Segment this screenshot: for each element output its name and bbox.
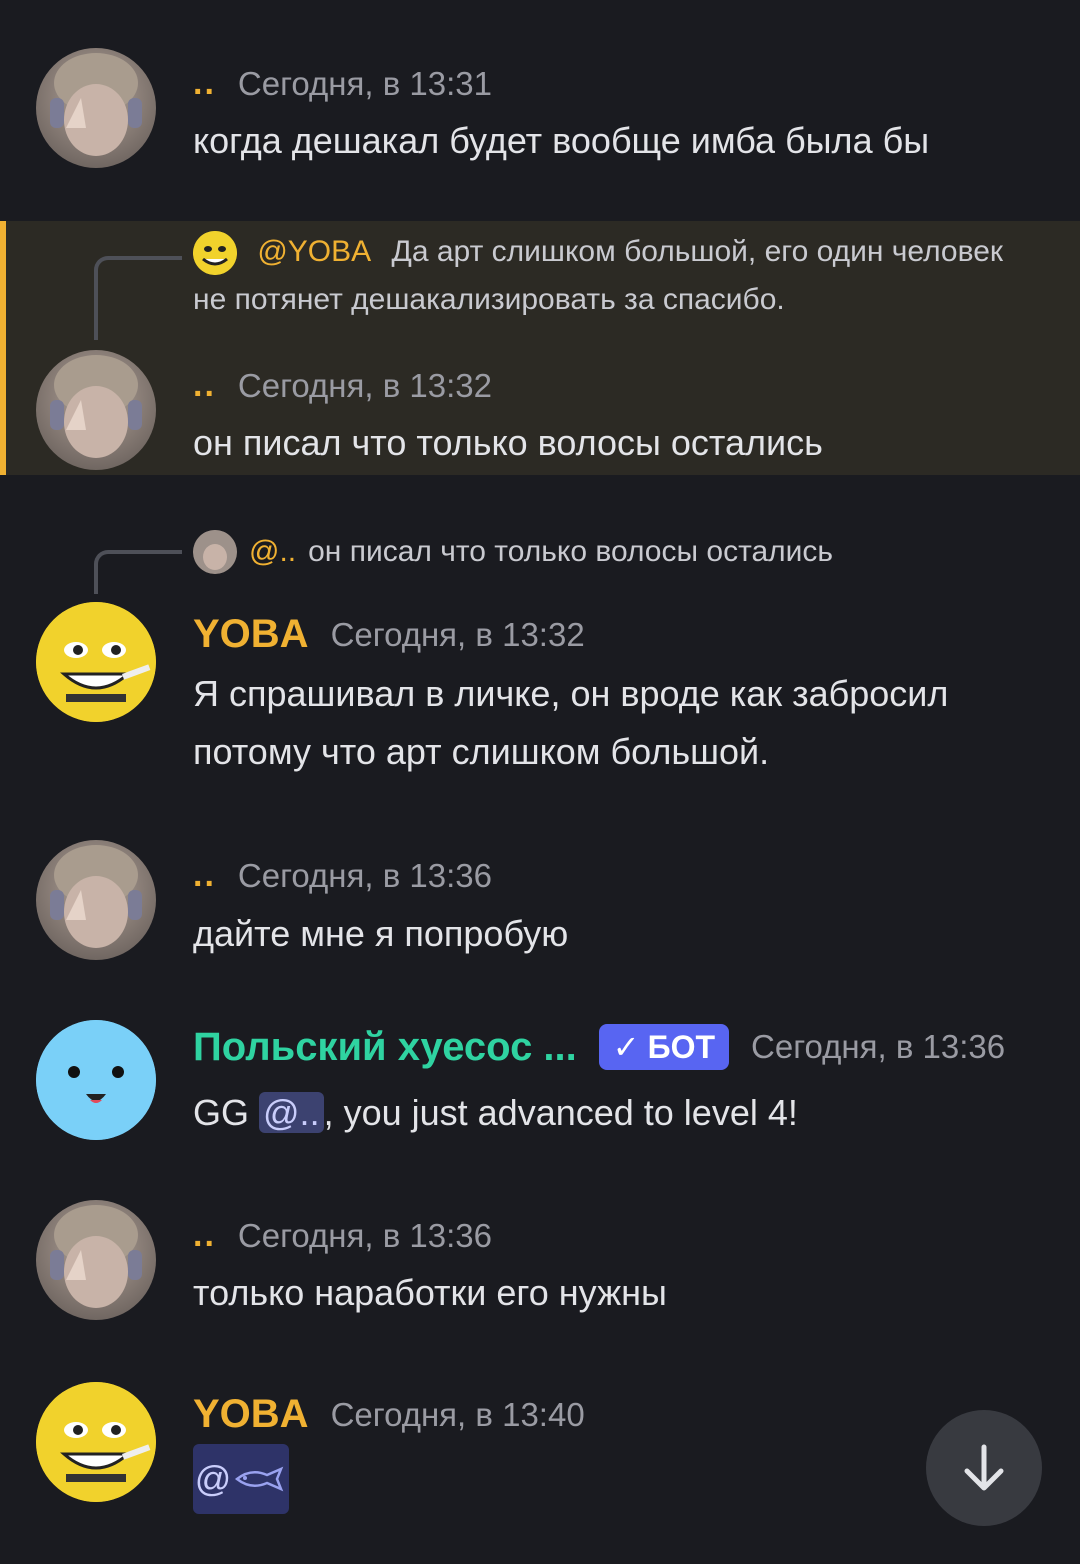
- reply-preview[interactable]: @YOBA Да арт слишком большой, его один ч…: [193, 228, 1033, 324]
- avatar[interactable]: [36, 350, 156, 470]
- author-name[interactable]: Польский хуесос ...: [193, 1025, 577, 1070]
- message-text: дайте мне я попробую: [193, 913, 569, 954]
- check-icon: ✓: [612, 1029, 640, 1065]
- message-text: только наработки его нужны: [193, 1272, 667, 1313]
- author-name[interactable]: ..: [193, 64, 216, 103]
- timestamp: Сегодня, в 13:36: [237, 856, 492, 894]
- avatar[interactable]: [36, 1020, 156, 1140]
- user-mention[interactable]: @..: [259, 1092, 324, 1133]
- message-text-prefix: GG: [193, 1092, 260, 1133]
- author-name[interactable]: ..: [193, 366, 216, 405]
- reply-preview[interactable]: @.. он писал что только волосы остались: [193, 530, 833, 574]
- message-text: GG @.., you just advanced to level 4!: [193, 1084, 1053, 1142]
- avatar: [193, 231, 237, 276]
- reply-text: он писал что только волосы остались: [308, 535, 834, 568]
- author-name[interactable]: YOBA: [193, 612, 309, 657]
- avatar: [193, 530, 237, 574]
- avatar[interactable]: [36, 48, 156, 168]
- timestamp: Сегодня, в 13:40: [330, 1395, 585, 1433]
- reply-connector: [94, 550, 182, 594]
- timestamp: Сегодня, в 13:32: [330, 615, 585, 653]
- author-name[interactable]: YOBA: [193, 1392, 309, 1437]
- avatar[interactable]: [36, 1200, 156, 1320]
- avatar[interactable]: [36, 602, 156, 722]
- avatar[interactable]: [36, 840, 156, 960]
- message-text: он писал что только волосы остались: [193, 422, 823, 463]
- arrow-down-icon: [964, 1444, 1004, 1491]
- reply-connector: [94, 256, 182, 340]
- message-text-suffix: , you just advanced to level 4!: [323, 1092, 798, 1133]
- mention-at: @: [194, 1458, 232, 1499]
- bot-badge: ✓ БОТ: [598, 1024, 730, 1070]
- mention-highlight-bar: [0, 221, 6, 475]
- timestamp: Сегодня, в 13:31: [237, 64, 492, 102]
- timestamp: Сегодня, в 13:36: [237, 1216, 492, 1254]
- user-mention[interactable]: @: [193, 1444, 289, 1514]
- reply-mention[interactable]: @..: [249, 535, 296, 569]
- reply-mention[interactable]: @YOBA: [257, 235, 371, 268]
- timestamp: Сегодня, в 13:32: [237, 366, 492, 404]
- avatar[interactable]: [36, 1382, 156, 1502]
- message-text: когда дешакал будет вообще имба была бы: [193, 120, 930, 161]
- fish-icon: [235, 1466, 284, 1492]
- bot-badge-label: БОТ: [647, 1028, 716, 1065]
- timestamp: Сегодня, в 13:36: [751, 1028, 1006, 1065]
- message-text: Я спрашивал в личке, он вроде как заброс…: [193, 673, 949, 772]
- scroll-to-bottom-button[interactable]: [926, 1410, 1042, 1526]
- author-name[interactable]: ..: [193, 1216, 216, 1255]
- author-name[interactable]: ..: [193, 856, 216, 895]
